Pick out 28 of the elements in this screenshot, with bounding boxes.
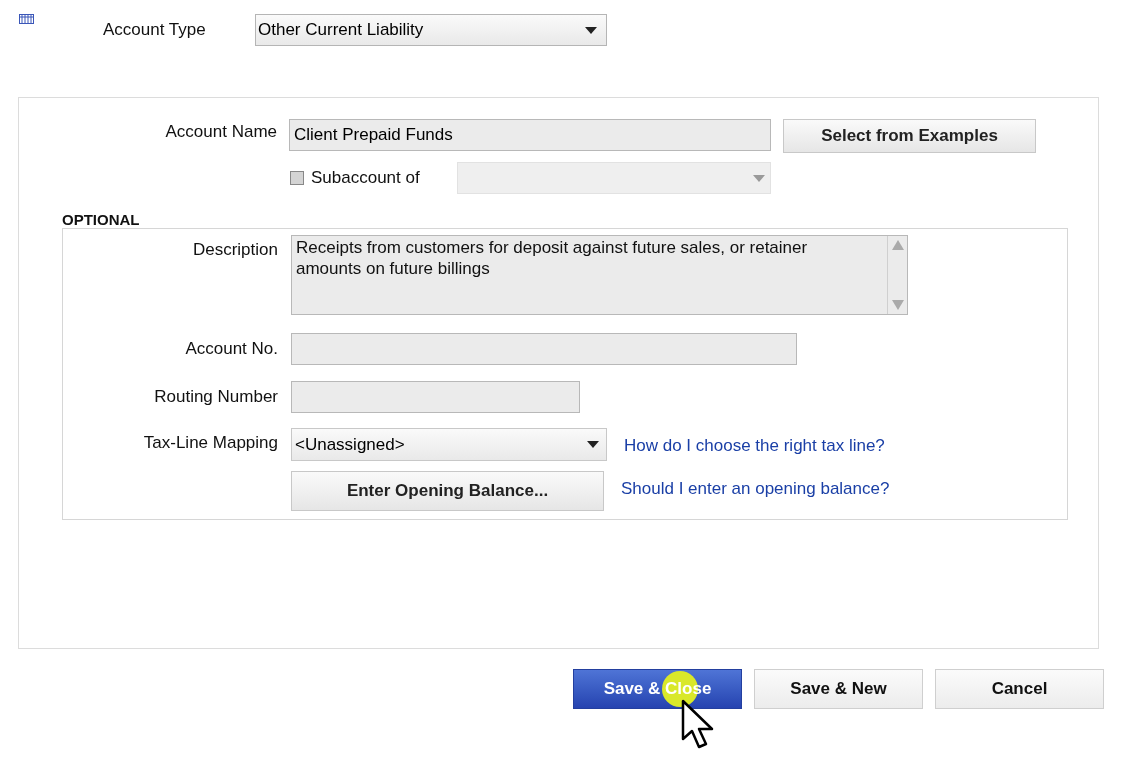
description-field[interactable]: Receipts from customers for deposit against future sales, or retainer amounts on future billings — [291, 235, 908, 315]
tax-line-label: Tax-Line Mapping — [142, 432, 278, 454]
subaccount-label: Subaccount of — [311, 167, 421, 190]
description-label: Description — [191, 239, 278, 261]
dropdown-arrow-icon — [587, 441, 599, 448]
dialog-button[interactable]: Save & New — [754, 669, 923, 709]
routing-number-label: Routing Number — [153, 386, 278, 409]
scrollbar[interactable] — [887, 236, 907, 314]
scroll-down-icon[interactable] — [890, 299, 905, 311]
dropdown-arrow-icon — [753, 174, 765, 182]
optional-heading: OPTIONAL — [62, 212, 141, 228]
description-text: Receipts from customers for deposit against future sales, or retainer amounts on future billings — [295, 237, 809, 280]
account-type-label: Account Type — [103, 19, 207, 42]
account-no-label: Account No. — [184, 338, 278, 361]
tax-line-help-link[interactable]: How do I choose the right tax line? — [624, 433, 885, 459]
enter-opening-balance-button[interactable]: Enter Opening Balance... — [291, 471, 604, 511]
dropdown-arrow-icon — [585, 26, 597, 34]
dialog-button[interactable]: Cancel — [935, 669, 1104, 709]
tax-line-dropdown[interactable]: <Unassigned> — [291, 428, 607, 461]
opening-balance-help-link[interactable]: Should I enter an opening balance? — [621, 476, 890, 502]
account-type-dropdown[interactable]: Other Current Liability — [255, 14, 607, 46]
select-from-examples-button[interactable]: Select from Examples — [783, 119, 1036, 153]
account-name-label: Account Name — [164, 121, 277, 143]
table-icon — [19, 14, 34, 24]
scroll-up-icon[interactable] — [890, 239, 905, 251]
account-no-field[interactable] — [291, 333, 797, 365]
account-name-field[interactable]: Client Prepaid Funds — [289, 119, 771, 151]
routing-number-field[interactable] — [291, 381, 580, 413]
